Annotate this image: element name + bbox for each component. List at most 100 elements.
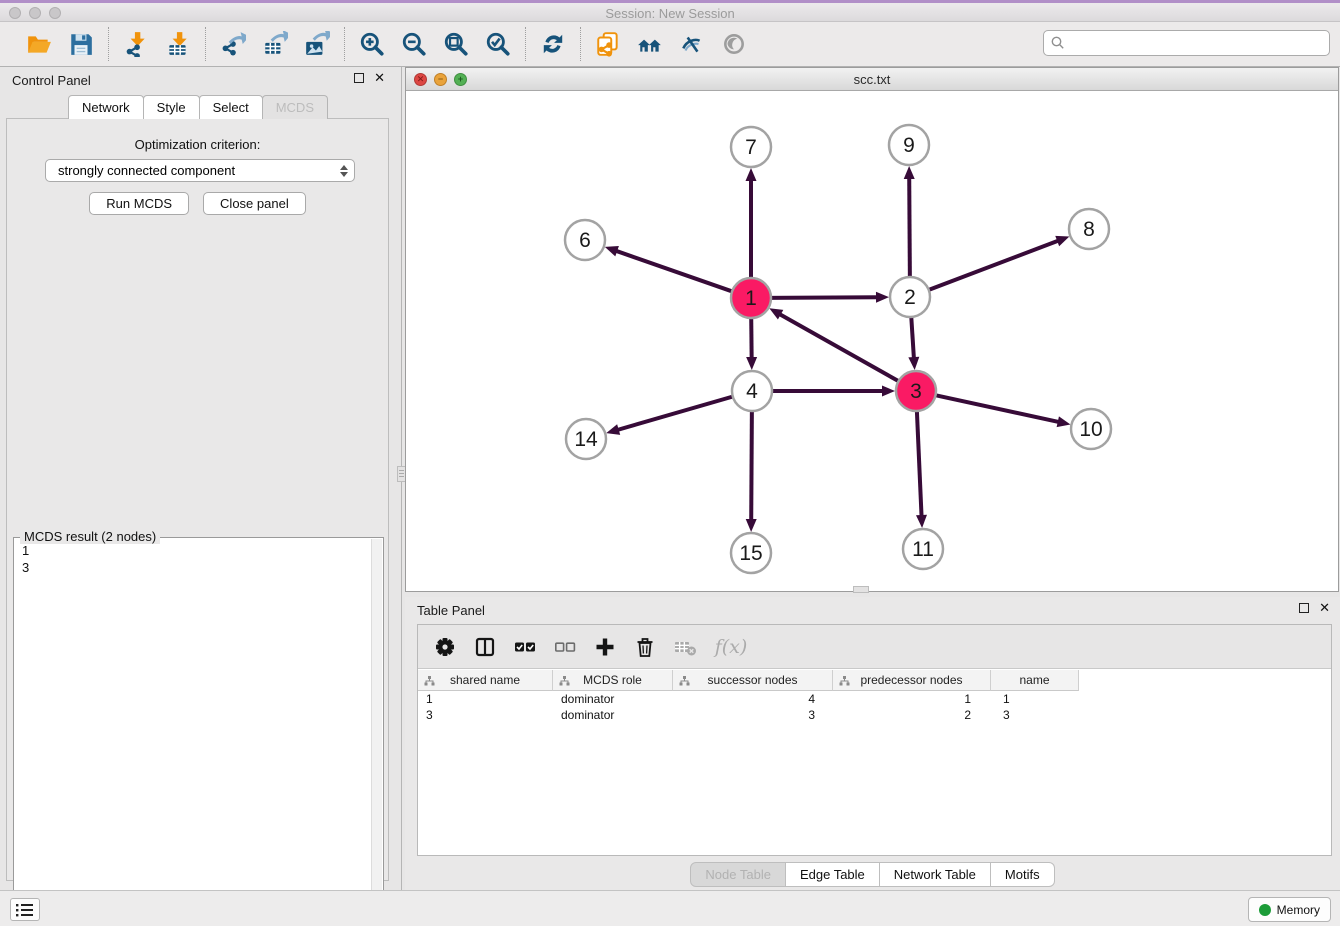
- graph-edge-2-9[interactable]: [909, 177, 910, 279]
- table-cell[interactable]: 1: [418, 691, 553, 707]
- graph-node-label-10: 10: [1079, 418, 1102, 441]
- delete-column-icon: [634, 636, 656, 658]
- graph-edge-1-6[interactable]: [615, 251, 734, 293]
- run-mcds-button[interactable]: Run MCDS: [89, 192, 189, 215]
- column-header-predecessor-nodes[interactable]: predecessor nodes: [833, 670, 991, 691]
- tab-network-table[interactable]: Network Table: [880, 862, 991, 887]
- zoom-out-button[interactable]: [400, 30, 428, 58]
- graph-edge-arrow-1-6: [605, 246, 619, 256]
- settings-icon: [434, 636, 456, 658]
- optimization-criterion-select[interactable]: strongly connected component: [45, 159, 355, 182]
- table-cell[interactable]: 3: [991, 707, 1079, 723]
- task-history-button[interactable]: [10, 898, 40, 921]
- table-cell[interactable]: dominator: [553, 691, 673, 707]
- table-cell[interactable]: 4: [673, 691, 833, 707]
- zoom-fit-icon: [443, 31, 469, 57]
- home-icon: [637, 31, 663, 57]
- graph-node-label-3: 3: [910, 380, 922, 403]
- refresh-layout-button[interactable]: [539, 30, 567, 58]
- export-network-button[interactable]: [219, 30, 247, 58]
- network-window-titlebar[interactable]: ✕ − + scc.txt: [406, 68, 1338, 91]
- graph-node-label-8: 8: [1083, 218, 1095, 241]
- graph-edge-3-1[interactable]: [779, 314, 900, 382]
- show-eye-button[interactable]: [720, 30, 748, 58]
- column-attribute-icon: [424, 675, 435, 689]
- control-tab-network[interactable]: Network: [68, 95, 144, 119]
- add-column-button[interactable]: [593, 635, 617, 659]
- export-table-icon: [262, 31, 288, 57]
- horizontal-splitter-grip[interactable]: [853, 586, 869, 593]
- select-stepper-icon: [340, 165, 348, 177]
- graph-edge-3-11[interactable]: [917, 409, 922, 517]
- network-canvas[interactable]: 7968124314101511: [406, 91, 1338, 591]
- deselect-all-icon: [554, 636, 576, 658]
- control-tab-mcds[interactable]: MCDS: [262, 95, 328, 119]
- refresh-layout-icon: [540, 31, 566, 57]
- tab-node-table[interactable]: Node Table: [690, 862, 786, 887]
- graph-edge-2-3[interactable]: [911, 315, 914, 359]
- table-cell[interactable]: dominator: [553, 707, 673, 723]
- hide-panel-icon: [679, 31, 705, 57]
- table-cell[interactable]: 3: [673, 707, 833, 723]
- memory-button[interactable]: Memory: [1248, 897, 1331, 922]
- control-tab-style[interactable]: Style: [143, 95, 200, 119]
- table-cell[interactable]: 3: [418, 707, 553, 723]
- table-panel-close-icon[interactable]: ✕: [1319, 603, 1330, 613]
- import-table-button[interactable]: [164, 30, 192, 58]
- tab-motifs[interactable]: Motifs: [991, 862, 1055, 887]
- graph-node-label-2: 2: [904, 286, 916, 309]
- table-row[interactable]: 3dominator323: [418, 707, 1331, 723]
- import-network-icon: [123, 31, 149, 57]
- selected-criterion-value: strongly connected component: [58, 163, 340, 178]
- hide-panel-button[interactable]: [678, 30, 706, 58]
- table-row[interactable]: 1dominator411: [418, 691, 1331, 707]
- window-title: Session: New Session: [0, 6, 1340, 21]
- graph-node-label-9: 9: [903, 134, 915, 157]
- graph-edge-arrow-3-10: [1057, 416, 1071, 427]
- mcds-result-title: MCDS result (2 nodes): [20, 529, 160, 544]
- tab-edge-table[interactable]: Edge Table: [786, 862, 880, 887]
- control-tab-select[interactable]: Select: [199, 95, 263, 119]
- close-panel-button[interactable]: Close panel: [203, 192, 306, 215]
- deselect-all-button[interactable]: [553, 635, 577, 659]
- column-header-MCDS-role[interactable]: MCDS role: [553, 670, 673, 691]
- column-header-successor-nodes[interactable]: successor nodes: [673, 670, 833, 691]
- table-cell[interactable]: 1: [833, 691, 991, 707]
- graph-edge-4-14[interactable]: [617, 396, 735, 430]
- export-image-button[interactable]: [303, 30, 331, 58]
- zoom-in-button[interactable]: [358, 30, 386, 58]
- import-network-button[interactable]: [122, 30, 150, 58]
- select-all-button[interactable]: [513, 635, 537, 659]
- search-input[interactable]: [1066, 35, 1329, 52]
- graph-edge-2-8[interactable]: [927, 240, 1059, 290]
- export-table-button[interactable]: [261, 30, 289, 58]
- control-panel-tabs: NetworkStyleSelectMCDS: [0, 95, 395, 119]
- column-header-name[interactable]: name: [991, 670, 1079, 691]
- home-button[interactable]: [636, 30, 664, 58]
- zoom-selected-button[interactable]: [484, 30, 512, 58]
- mcds-result-scrollbar[interactable]: [371, 539, 382, 917]
- clone-network-icon: [595, 31, 621, 57]
- clone-network-button[interactable]: [594, 30, 622, 58]
- graph-edge-1-2[interactable]: [769, 297, 878, 298]
- control-panel-close-icon[interactable]: ✕: [374, 73, 385, 83]
- control-panel-float-icon[interactable]: [354, 73, 364, 83]
- graph-edge-arrow-1-7: [746, 168, 757, 181]
- graph-edge-4-15[interactable]: [751, 409, 752, 521]
- split-view-button[interactable]: [473, 635, 497, 659]
- graph-edge-3-10[interactable]: [934, 395, 1060, 422]
- table-cell[interactable]: 1: [991, 691, 1079, 707]
- memory-label: Memory: [1277, 903, 1320, 917]
- settings-button[interactable]: [433, 635, 457, 659]
- table-panel-float-icon[interactable]: [1299, 603, 1309, 613]
- save-session-button[interactable]: [67, 30, 95, 58]
- graph-edge-arrow-1-4: [746, 357, 757, 370]
- column-header-shared-name[interactable]: shared name: [418, 670, 553, 691]
- table-cell[interactable]: 2: [833, 707, 991, 723]
- zoom-fit-button[interactable]: [442, 30, 470, 58]
- graph-edge-arrow-3-11: [916, 515, 927, 528]
- window-titlebar: Session: New Session: [0, 3, 1340, 22]
- open-file-button[interactable]: [25, 30, 53, 58]
- search-box[interactable]: [1043, 30, 1330, 56]
- delete-column-button[interactable]: [633, 635, 657, 659]
